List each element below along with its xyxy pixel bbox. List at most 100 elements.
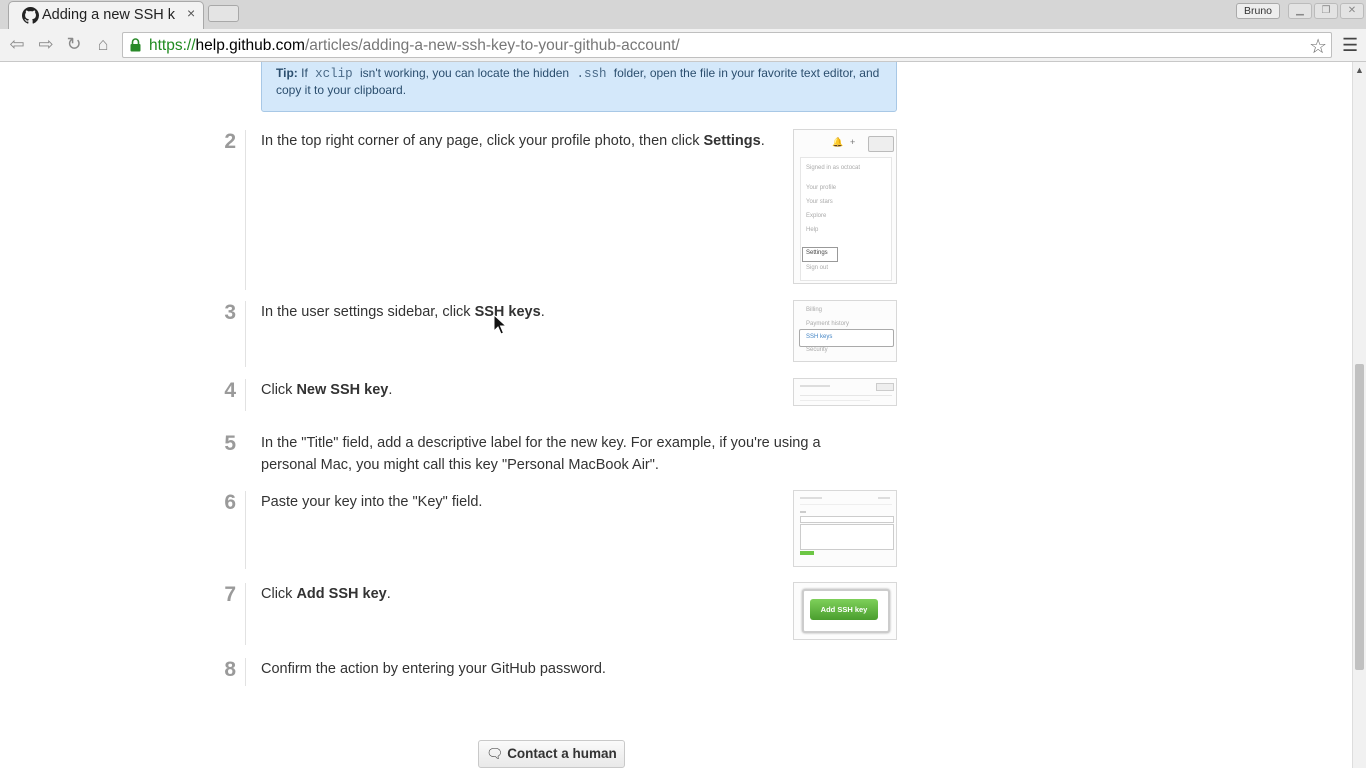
menu-item: Your profile: [806, 185, 837, 191]
step-text-bold: New SSH key: [296, 382, 389, 398]
step-number: 3: [224, 301, 236, 324]
github-icon: [22, 7, 39, 24]
step-text-pre: In the top right corner of any page, cli…: [261, 133, 704, 149]
header-line: [800, 385, 830, 387]
title-field: [800, 516, 894, 523]
step-text: In the user settings sidebar, click SSH …: [261, 301, 851, 323]
screenshot-key-field: [793, 490, 897, 567]
restore-icon[interactable]: ❐: [1314, 3, 1338, 19]
tab-close-icon[interactable]: ×: [187, 5, 195, 21]
forward-arrow-icon[interactable]: ⇨: [35, 33, 57, 55]
divider: [800, 395, 892, 396]
sidebar-item: Payment history: [806, 321, 850, 327]
url-text: https://help.github.com/articles/adding-…: [149, 37, 680, 55]
divider: [800, 400, 870, 401]
mouse-cursor-icon: [493, 314, 507, 335]
key-field: [800, 524, 894, 550]
lock-icon: [130, 38, 141, 52]
sidebar-item-ssh: SSH keys: [806, 334, 833, 340]
signed-in-text: Signed in as octocat: [806, 165, 861, 171]
step-text: Paste your key into the "Key" field.: [261, 494, 483, 510]
add-key-mini-button: [800, 551, 814, 555]
contact-human-button[interactable]: 🗨 Contact a human: [478, 740, 625, 768]
step-number: 5: [224, 432, 236, 455]
page-content: Tip: If xclip isn't working, you can loc…: [0, 62, 1352, 768]
step-text-bold: SSH keys: [474, 304, 541, 320]
step-text-bold: Add SSH key: [296, 586, 387, 602]
tip-label: Tip:: [276, 66, 298, 80]
avatar: [868, 136, 894, 152]
screenshot-profile-menu: 🔔 + Signed in as octocat Your profile Yo…: [793, 129, 897, 284]
step-rail: [245, 301, 246, 367]
step-text: Click New SSH key.: [261, 379, 851, 401]
sidebar-item: Security: [806, 347, 828, 353]
browser-tab[interactable]: Adding a new SSH k ×: [8, 1, 204, 29]
screenshot-add-ssh-key: Add SSH key: [793, 582, 897, 640]
step-rail: [245, 583, 246, 645]
step-number: 7: [224, 583, 236, 606]
step-text: Confirm the action by entering your GitH…: [261, 661, 606, 677]
bell-icon: 🔔: [832, 137, 844, 147]
menu-item: Help: [806, 227, 819, 233]
bookmark-star-icon[interactable]: ☆: [1309, 34, 1327, 59]
minimize-icon[interactable]: ▁: [1288, 3, 1312, 19]
tip-code-ssh: .ssh: [576, 67, 607, 81]
menu-item: Explore: [806, 213, 827, 219]
step-number: 2: [224, 130, 236, 153]
step-number: 4: [224, 379, 236, 402]
url-scheme: https://: [149, 37, 196, 54]
divider: [800, 504, 892, 505]
new-key-mini-button: [876, 383, 894, 391]
browser-toolbar: ⇦ ⇨ ↻ ⌂ https://help.github.com/articles…: [0, 29, 1366, 62]
tip-box: Tip: If xclip isn't working, you can loc…: [261, 62, 897, 112]
url-host: help.github.com: [195, 37, 305, 54]
tab-title: Adding a new SSH k: [42, 7, 175, 23]
step-rail: [245, 658, 246, 686]
vertical-scrollbar[interactable]: ▲: [1352, 62, 1366, 768]
tip-code-xclip: xclip: [315, 67, 353, 81]
step-number: 6: [224, 491, 236, 514]
header-line: [878, 497, 890, 499]
step-text-post: .: [760, 133, 765, 149]
url-path: /articles/adding-a-new-ssh-key-to-your-g…: [304, 37, 680, 54]
scroll-thumb[interactable]: [1355, 364, 1364, 670]
step-text: In the top right corner of any page, cli…: [261, 130, 851, 152]
address-bar[interactable]: https://help.github.com/articles/adding-…: [122, 32, 1332, 58]
step-number: 8: [224, 658, 236, 681]
profile-button[interactable]: Bruno: [1236, 3, 1280, 19]
step-text-post: .: [386, 586, 391, 602]
step-text-bold: Settings: [703, 133, 761, 149]
comment-icon: 🗨: [486, 746, 504, 761]
screenshot-settings-sidebar: Billing Payment history SSH keys Securit…: [793, 300, 897, 362]
step-rail: [245, 379, 246, 411]
add-ssh-key-mini-button: Add SSH key: [810, 599, 878, 620]
step-rail: [245, 130, 246, 290]
step-text-pre: In the user settings sidebar, click: [261, 304, 475, 320]
scroll-up-arrow-icon[interactable]: ▲: [1355, 65, 1364, 75]
step-text: In the "Title" field, add a descriptive …: [261, 435, 821, 473]
menu-item-signout: Sign out: [806, 265, 829, 271]
field-label-line: [800, 511, 806, 513]
menu-item-settings: Settings: [806, 250, 828, 256]
step-text: Click Add SSH key.: [261, 583, 851, 605]
home-icon[interactable]: ⌂: [92, 33, 114, 55]
menu-item: Your stars: [806, 199, 833, 205]
tip-text-2: isn't working, you can locate the hidden: [360, 66, 570, 80]
back-arrow-icon[interactable]: ⇦: [6, 33, 28, 55]
step-text-pre: Click: [261, 586, 297, 602]
tab-strip: Adding a new SSH k × Bruno ▁ ❐ ✕: [0, 0, 1366, 29]
tip-text-1: If: [301, 66, 308, 80]
new-tab-button[interactable]: [208, 5, 239, 22]
window-close-icon[interactable]: ✕: [1340, 3, 1364, 19]
menu-icon[interactable]: ☰: [1342, 35, 1358, 56]
contact-label: Contact a human: [507, 746, 617, 761]
step-text-post: .: [540, 304, 545, 320]
step-text-post: .: [388, 382, 393, 398]
step-text-pre: Click: [261, 382, 297, 398]
plus-icon: +: [850, 137, 856, 147]
step-rail: [245, 491, 246, 569]
reload-icon[interactable]: ↻: [63, 33, 85, 55]
header-line: [800, 497, 822, 499]
dropdown-menu: [800, 157, 892, 281]
screenshot-new-ssh-key: [793, 378, 897, 406]
